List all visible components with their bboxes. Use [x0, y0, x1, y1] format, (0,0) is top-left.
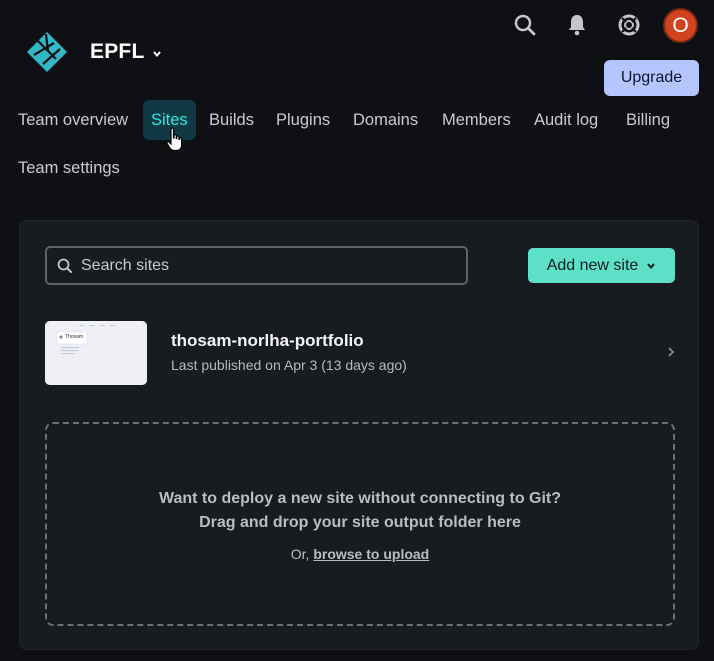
site-publish-status: Last published on Apr 3 (13 days ago) — [171, 357, 407, 373]
team-switcher[interactable]: EPFL — [90, 40, 162, 64]
search-input[interactable] — [81, 256, 451, 275]
search-field[interactable] — [45, 246, 468, 285]
sites-panel: Add new site Thosam thosam-norlha-portfo… — [19, 220, 699, 650]
tab-billing[interactable]: Billing — [618, 100, 678, 140]
chevron-right-icon — [668, 347, 675, 357]
drop-zone-heading: Want to deploy a new site without connec… — [158, 490, 562, 507]
tab-team-overview[interactable]: Team overview — [10, 100, 136, 140]
site-thumbnail: Thosam — [45, 321, 147, 385]
avatar[interactable]: O — [663, 8, 698, 43]
drop-zone-alt-prefix: Or, — [290, 546, 314, 562]
add-new-site-label: Add new site — [546, 256, 639, 274]
lifebuoy-icon — [618, 14, 640, 36]
site-thumbnail-graphic — [45, 321, 147, 385]
drop-zone-alt: Or, browse to upload — [47, 546, 673, 562]
search-button[interactable] — [508, 8, 542, 42]
upgrade-button[interactable]: Upgrade — [604, 60, 699, 96]
pointer-cursor-icon — [166, 127, 183, 152]
tab-domains[interactable]: Domains — [345, 100, 426, 140]
bell-icon — [569, 15, 585, 36]
drop-zone-instructions: Drag and drop your site output folder he… — [199, 514, 521, 531]
notifications-button[interactable] — [560, 8, 594, 42]
site-list-item[interactable]: Thosam thosam-norlha-portfolio Last publ… — [45, 321, 675, 385]
tab-audit-log[interactable]: Audit log — [526, 100, 606, 140]
avatar-initial: O — [672, 13, 689, 37]
tab-team-settings[interactable]: Team settings — [10, 148, 128, 188]
netlify-logo[interactable] — [26, 31, 68, 73]
search-icon — [514, 14, 536, 36]
drop-zone[interactable]: Want to deploy a new site without connec… — [45, 422, 675, 626]
add-new-site-button[interactable]: Add new site — [528, 248, 675, 283]
tab-members[interactable]: Members — [434, 100, 519, 140]
tab-plugins[interactable]: Plugins — [268, 100, 338, 140]
team-name: EPFL — [90, 40, 145, 63]
site-name[interactable]: thosam-norlha-portfolio — [171, 331, 364, 351]
site-thumbnail-title: Thosam — [65, 334, 84, 340]
chevron-down-icon — [647, 262, 656, 269]
tab-builds[interactable]: Builds — [201, 100, 262, 140]
browse-to-upload-link[interactable]: browse to upload — [313, 546, 429, 562]
search-icon — [57, 258, 72, 273]
chevron-down-icon — [153, 51, 162, 58]
help-button[interactable] — [612, 8, 646, 42]
